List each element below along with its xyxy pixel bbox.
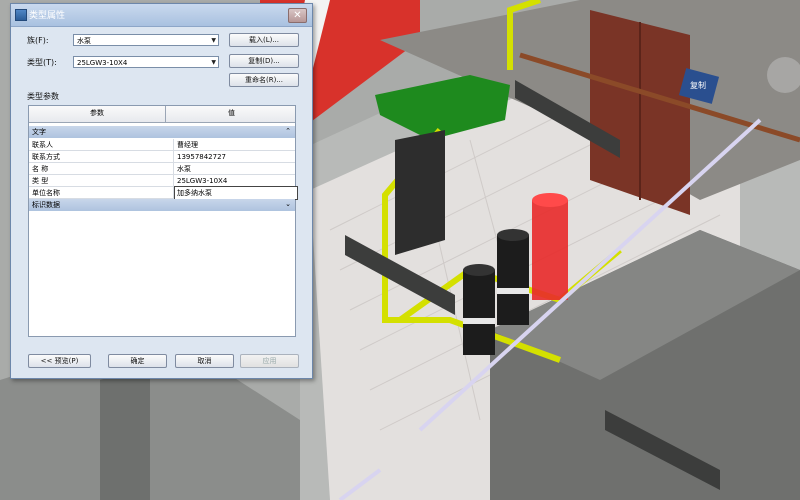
param-value[interactable]: 水泵 bbox=[177, 163, 191, 175]
rename-button[interactable]: 重命名(R)... bbox=[229, 73, 299, 87]
type-parameters-label: 类型参数 bbox=[27, 92, 59, 101]
cancel-button[interactable]: 取消 bbox=[175, 354, 234, 368]
param-value[interactable]: 13957842727 bbox=[177, 151, 226, 163]
apply-button[interactable]: 应用 bbox=[240, 354, 299, 368]
family-dropdown[interactable]: 水泵 ▼ bbox=[73, 34, 219, 46]
dialog-titlebar[interactable]: 类型属性 ✕ bbox=[11, 4, 312, 27]
param-name: 单位名称 bbox=[32, 189, 60, 197]
chevron-down-icon: ▼ bbox=[211, 59, 216, 66]
close-button[interactable]: ✕ bbox=[288, 8, 307, 23]
pump-red-selected[interactable] bbox=[532, 193, 568, 300]
param-value[interactable]: 25LGW3-10X4 bbox=[177, 175, 227, 187]
param-row[interactable]: 联系人 曹经理 bbox=[29, 139, 295, 151]
control-cabinet bbox=[395, 130, 445, 255]
wall-column bbox=[100, 365, 150, 500]
param-value[interactable]: 曹经理 bbox=[177, 139, 198, 151]
column-value[interactable]: 值 bbox=[166, 106, 297, 122]
param-value-editing[interactable]: 加多纳水泵 bbox=[174, 186, 298, 200]
door-sign-text: 复制 bbox=[690, 80, 706, 90]
param-row[interactable]: 类 型 25LGW3-10X4 bbox=[29, 175, 295, 187]
type-value: 25LGW3-10X4 bbox=[77, 59, 128, 67]
preview-button[interactable]: << 预览(P) bbox=[28, 354, 91, 368]
type-label: 类型(T): bbox=[27, 58, 57, 67]
pump-black-1 bbox=[463, 264, 495, 355]
ok-button[interactable]: 确定 bbox=[108, 354, 167, 368]
grid-header: 参数 值 bbox=[29, 106, 295, 123]
type-properties-dialog: 类型属性 ✕ 族(F): 水泵 ▼ 载入(L)... 类型(T): 25LGW3… bbox=[10, 3, 313, 379]
group-identity-data[interactable]: 标识数据 ⌄ bbox=[29, 199, 295, 211]
revit-app-icon bbox=[15, 9, 27, 21]
type-parameters-grid: 参数 值 文字 ⌃ 联系人 曹经理 联系方式 13957842727 名 称 水泵 类… bbox=[28, 105, 298, 337]
type-dropdown[interactable]: 25LGW3-10X4 ▼ bbox=[73, 56, 219, 68]
param-row[interactable]: 联系方式 13957842727 bbox=[29, 151, 295, 163]
pump-black-2 bbox=[497, 229, 529, 325]
group-text[interactable]: 文字 ⌃ bbox=[29, 126, 295, 138]
group-identity-label: 标识数据 bbox=[32, 201, 60, 209]
param-name: 联系人 bbox=[32, 141, 53, 149]
chevron-down-icon: ▼ bbox=[211, 37, 216, 44]
param-row[interactable]: 名 称 水泵 bbox=[29, 163, 295, 175]
family-label: 族(F): bbox=[27, 36, 49, 45]
param-name: 类 型 bbox=[32, 177, 49, 185]
param-row[interactable]: 单位名称 加多纳水泵 bbox=[29, 186, 298, 200]
dialog-title: 类型属性 bbox=[29, 11, 66, 21]
column-param[interactable]: 参数 bbox=[29, 106, 166, 122]
load-button[interactable]: 载入(L)... bbox=[229, 33, 299, 47]
duplicate-button[interactable]: 复制(D)... bbox=[229, 54, 299, 68]
param-name: 联系方式 bbox=[32, 153, 60, 161]
expand-chevron-icon[interactable]: ⌄ bbox=[285, 198, 291, 210]
family-value: 水泵 bbox=[77, 37, 91, 45]
group-text-label: 文字 bbox=[32, 128, 46, 136]
param-name: 名 称 bbox=[32, 165, 49, 173]
collapse-chevron-icon[interactable]: ⌃ bbox=[285, 125, 291, 137]
